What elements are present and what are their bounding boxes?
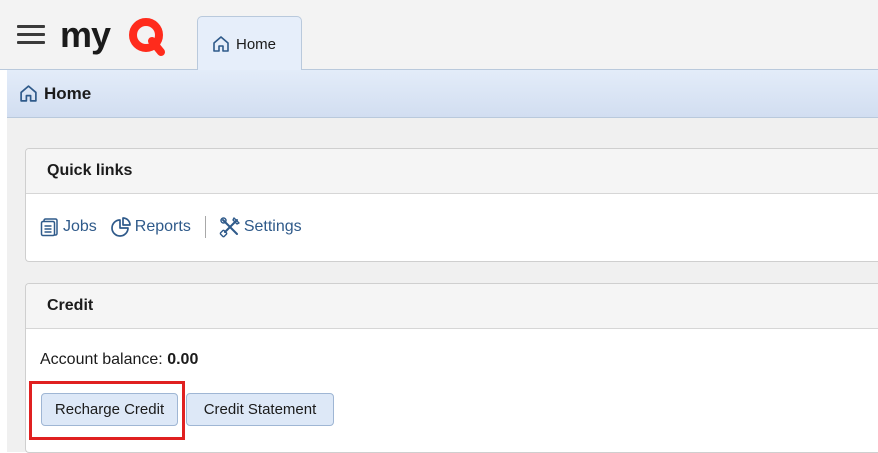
credit-panel: Credit Account balance: 0.00 Recharge Cr… — [25, 283, 878, 453]
quick-links-list: Jobs Reports Settings — [26, 194, 878, 260]
tab-home[interactable]: Home — [197, 16, 302, 71]
recharge-credit-button[interactable]: Recharge Credit — [41, 393, 178, 426]
quick-link-settings-label: Settings — [243, 218, 302, 235]
credit-statement-button[interactable]: Credit Statement — [186, 393, 334, 426]
home-icon — [19, 84, 38, 103]
quick-links-title: Quick links — [26, 149, 878, 194]
account-balance-value: 0.00 — [167, 351, 199, 368]
hamburger-menu-icon[interactable] — [17, 25, 45, 45]
top-header: my Home — [0, 0, 878, 71]
quick-link-jobs[interactable]: Jobs — [40, 217, 97, 237]
settings-icon — [219, 216, 241, 238]
jobs-icon — [40, 217, 60, 237]
svg-text:my: my — [60, 17, 111, 55]
tab-home-label: Home — [236, 35, 277, 53]
quick-link-reports-label: Reports — [134, 218, 191, 235]
home-icon — [212, 35, 230, 53]
myq-logo[interactable]: my — [60, 17, 172, 57]
account-balance: Account balance: 0.00 — [40, 351, 198, 369]
quick-links-panel: Quick links Jobs Reports Settings — [25, 148, 878, 262]
credit-title: Credit — [26, 284, 878, 329]
divider — [204, 216, 206, 238]
main-content: Quick links Jobs Reports Settings Credit… — [7, 118, 878, 453]
quick-link-jobs-label: Jobs — [63, 218, 97, 235]
account-balance-label: Account balance: — [40, 351, 163, 368]
breadcrumb: Home — [7, 70, 878, 118]
page-title: Home — [44, 83, 92, 103]
quick-link-settings[interactable]: Settings — [219, 216, 302, 238]
quick-link-reports[interactable]: Reports — [110, 216, 191, 238]
reports-icon — [110, 216, 132, 238]
